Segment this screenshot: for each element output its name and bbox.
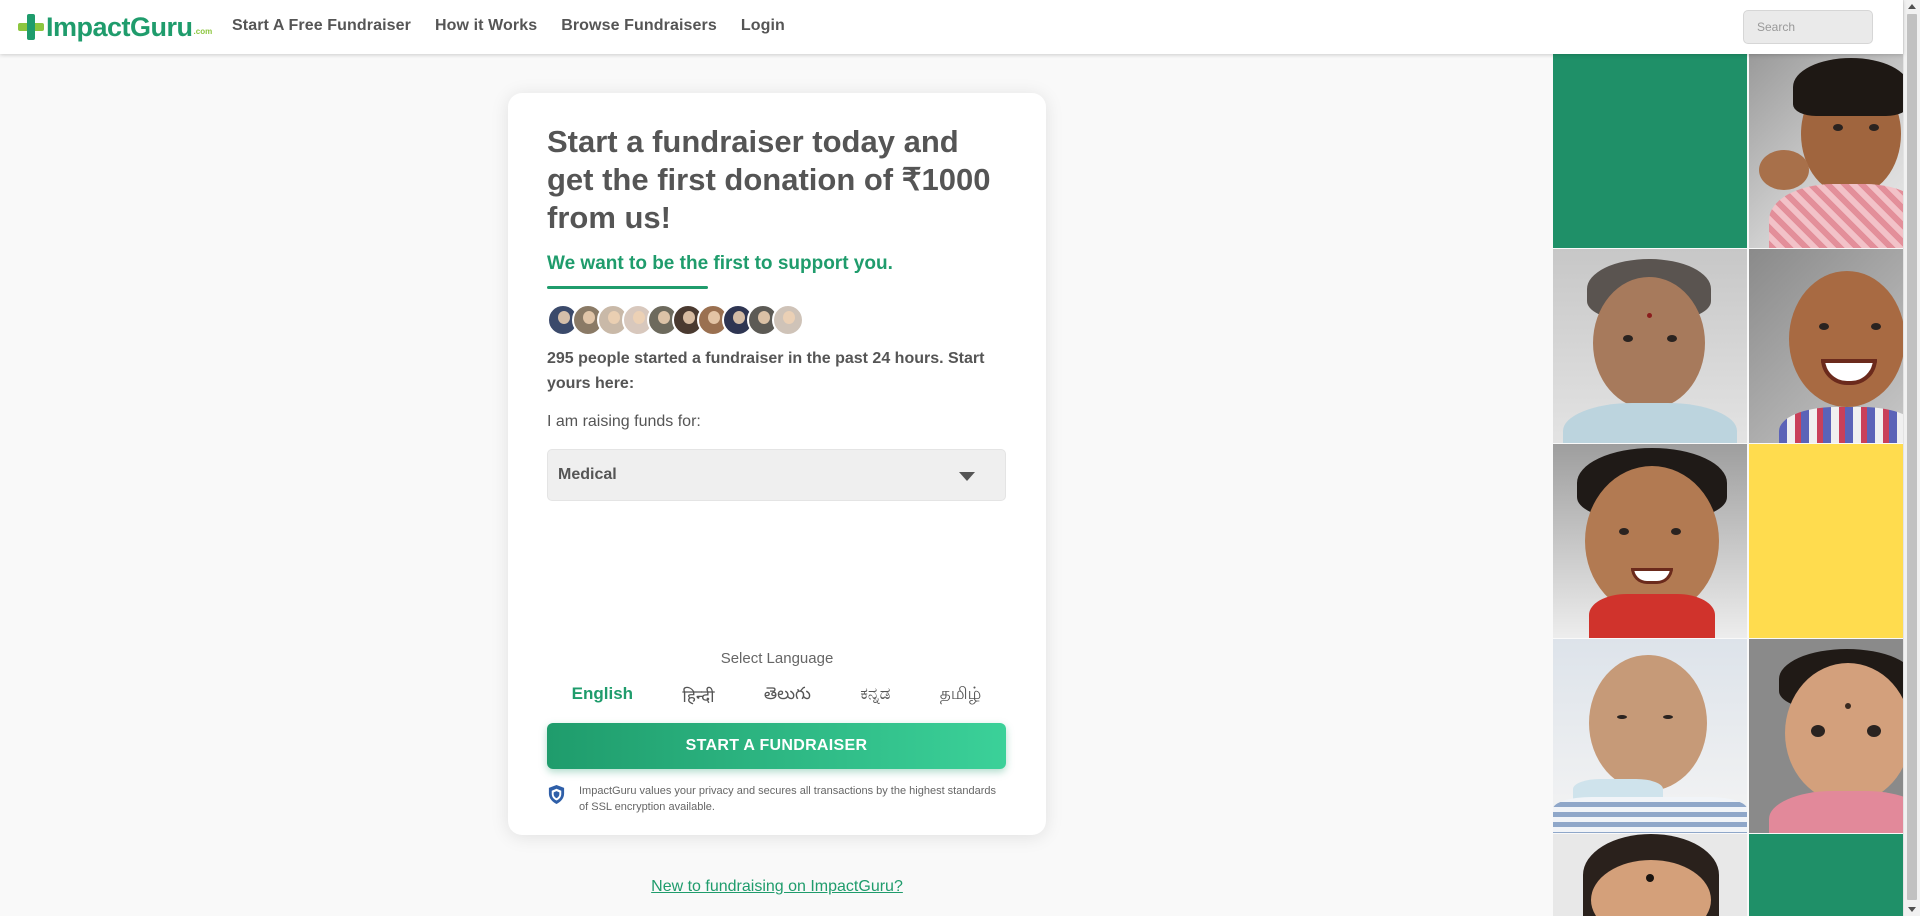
nav-login[interactable]: Login xyxy=(741,17,785,35)
card-subheadline: We want to be the first to support you. xyxy=(547,253,893,274)
infant-photo xyxy=(1553,834,1747,916)
caret-down-icon xyxy=(959,472,975,481)
raise-funds-label: I am raising funds for: xyxy=(547,413,701,430)
boy-photo xyxy=(1553,444,1747,638)
privacy-note: ImpactGuru values your privacy and secur… xyxy=(547,783,1006,815)
language-telugu[interactable]: తెలుగు xyxy=(764,684,811,708)
main-nav: Start A Free Fundraiser How it Works Bro… xyxy=(232,17,785,35)
patient-photo xyxy=(1553,639,1747,833)
language-hindi[interactable]: हिन्दी xyxy=(682,684,714,708)
shield-icon xyxy=(548,785,565,804)
green-tile xyxy=(1749,834,1920,916)
language-options: English हिन्दी తెలుగు ಕನ್ನಡ தமிழ் xyxy=(547,684,1006,708)
nav-how-it-works[interactable]: How it Works xyxy=(435,17,537,35)
fundraiser-count-text: 295 people started a fundraiser in the p… xyxy=(547,350,985,392)
page-scrollbar[interactable] xyxy=(1903,0,1920,916)
select-language-label: Select Language xyxy=(720,650,834,667)
logo-tag: .com xyxy=(193,26,213,36)
green-tile xyxy=(1553,54,1747,248)
avatar xyxy=(772,304,804,336)
language-tamil[interactable]: தமிழ் xyxy=(940,684,982,708)
woman-photo xyxy=(1553,249,1747,443)
logo-plus-icon xyxy=(18,14,44,40)
yellow-tile xyxy=(1749,444,1920,638)
fundraiser-card: Start a fundraiser today and get the fir… xyxy=(508,93,1046,835)
fundraiser-avatars xyxy=(547,304,804,336)
language-english[interactable]: English xyxy=(572,684,633,708)
impactguru-logo[interactable]: ImpactGuru .com xyxy=(18,12,212,42)
beneficiary-photo-grid xyxy=(1553,54,1920,916)
smiling-child-photo xyxy=(1749,249,1920,443)
child-photo xyxy=(1749,54,1920,248)
scroll-up-arrow-icon[interactable] xyxy=(1908,4,1916,9)
language-kannada[interactable]: ಕನ್ನಡ xyxy=(860,684,890,708)
scroll-down-arrow-icon[interactable] xyxy=(1908,907,1916,912)
nav-start-free-fundraiser[interactable]: Start A Free Fundraiser xyxy=(232,17,411,35)
baby-photo xyxy=(1749,639,1920,833)
search-input[interactable] xyxy=(1743,10,1873,44)
start-fundraiser-button[interactable]: START A FUNDRAISER xyxy=(547,723,1006,769)
card-headline: Start a fundraiser today and get the fir… xyxy=(547,124,991,235)
privacy-text: ImpactGuru values your privacy and secur… xyxy=(579,785,996,813)
cause-select[interactable]: Medical xyxy=(547,449,1006,501)
subheadline-underline xyxy=(547,286,708,289)
top-navbar: ImpactGuru .com Start A Free Fundraiser … xyxy=(0,0,1903,54)
logo-text: ImpactGuru xyxy=(46,11,193,42)
scrollbar-thumb[interactable] xyxy=(1907,14,1917,900)
cause-select-value: Medical xyxy=(558,466,617,483)
new-to-fundraising-link[interactable]: New to fundraising on ImpactGuru? xyxy=(0,878,1554,896)
nav-browse-fundraisers[interactable]: Browse Fundraisers xyxy=(561,17,717,35)
